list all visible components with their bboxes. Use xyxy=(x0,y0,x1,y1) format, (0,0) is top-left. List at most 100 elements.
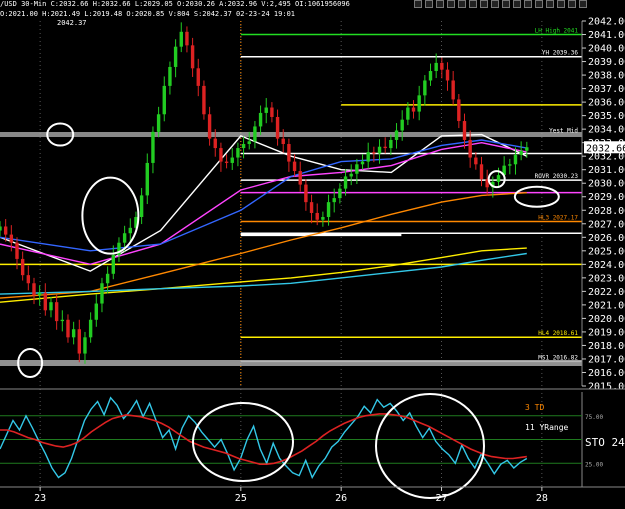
candle-body xyxy=(190,45,195,69)
candle-body xyxy=(207,114,212,139)
oscillator-legend-td: 3 TD xyxy=(525,403,544,412)
candle-body xyxy=(366,152,370,162)
candle-body xyxy=(224,161,229,163)
candle-body xyxy=(445,69,450,81)
candle-body xyxy=(315,212,319,220)
price-tick-label: 2040.00 xyxy=(588,44,625,55)
price-tick-label: 2029.00 xyxy=(588,192,625,203)
candle-body xyxy=(122,233,127,243)
candle-body xyxy=(43,292,48,311)
price-tick-label: 2027.00 xyxy=(588,219,625,230)
toolbar-button-icon[interactable] xyxy=(513,0,521,8)
candle-body xyxy=(241,144,246,149)
time-tick-label: 25 xyxy=(235,493,247,504)
candle-body xyxy=(400,119,404,131)
candle-body xyxy=(440,62,444,70)
candle-body xyxy=(479,164,484,180)
price-tick-label: 2028.00 xyxy=(588,206,625,217)
price-axis[interactable]: 2042.00 2041.00 2040.00 2039.00 2038.00 2037.… xyxy=(581,17,625,393)
candle-body xyxy=(519,150,523,155)
candle-body xyxy=(343,176,348,189)
candle-body xyxy=(474,157,478,165)
price-tick-label: 2038.00 xyxy=(588,71,625,82)
candle-body xyxy=(349,173,353,177)
candle-body xyxy=(49,302,53,311)
candle-body xyxy=(179,31,183,47)
candle-body xyxy=(281,138,285,145)
candle-body xyxy=(71,329,76,338)
level-label: HL3 2027.17 xyxy=(538,214,578,221)
candle-body xyxy=(372,152,376,154)
candle-body xyxy=(434,62,438,72)
level-label: HL4 2018.61 xyxy=(538,330,578,337)
candle-body xyxy=(100,283,104,304)
toolbar-button-icon[interactable] xyxy=(425,0,433,8)
toolbar-button-icon[interactable] xyxy=(524,0,532,8)
candle-body xyxy=(383,146,387,149)
price-tick-label: 2035.00 xyxy=(588,111,625,122)
candle-body xyxy=(275,116,280,139)
candle-body xyxy=(15,242,19,259)
candle-body xyxy=(60,319,65,322)
candle-body xyxy=(9,234,14,243)
candle-body xyxy=(309,202,314,213)
toolbar-button-icon[interactable] xyxy=(414,0,422,8)
candle-body xyxy=(145,162,149,196)
toolbar-button-icon[interactable] xyxy=(546,0,554,8)
candle-body xyxy=(389,139,393,149)
candle-body xyxy=(247,141,251,145)
candle-body xyxy=(151,131,155,163)
price-tick-label: 2041.00 xyxy=(588,30,625,41)
toolbar-button-icon[interactable] xyxy=(469,0,477,8)
current-price-label: 2032.66 xyxy=(586,143,625,154)
candle-body xyxy=(332,198,336,203)
candle-body xyxy=(287,144,291,162)
toolbar-button-icon[interactable] xyxy=(568,0,576,8)
candle-body xyxy=(77,329,82,354)
toolbar-button-icon[interactable] xyxy=(491,0,499,8)
candle-body xyxy=(462,121,467,140)
price-tick-label: 2039.00 xyxy=(588,57,625,68)
candle-body xyxy=(3,226,8,235)
candle-body xyxy=(411,107,416,112)
candle-body xyxy=(321,217,325,220)
toolbar-button-icon[interactable] xyxy=(447,0,455,8)
price-tick-label: 2019.00 xyxy=(588,327,625,338)
toolbar-button-icon[interactable] xyxy=(557,0,565,8)
candle-body xyxy=(457,99,461,122)
candle-body xyxy=(468,139,472,158)
header-ohlc-line: /USD 30-Min C:2032.66 H:2032.66 L:2029.0… xyxy=(0,0,350,8)
candle-body xyxy=(83,337,87,354)
candle-body xyxy=(355,164,359,174)
candle-body xyxy=(88,319,93,338)
candle-body xyxy=(37,292,42,296)
toolbar-button-icon[interactable] xyxy=(579,0,587,8)
level-label: ROVR 2030.23 xyxy=(535,173,579,180)
time-tick-label: 26 xyxy=(335,493,347,504)
toolbar-button-icon[interactable] xyxy=(436,0,444,8)
candle-body xyxy=(230,157,234,163)
candle-body xyxy=(423,80,427,96)
time-tick-label: 28 xyxy=(536,493,548,504)
toolbar-button-icon[interactable] xyxy=(458,0,466,8)
price-tick-label: 2026.00 xyxy=(588,233,625,244)
candle-body xyxy=(0,226,2,231)
header-prev-line: O:2021.00 H:2021.49 L:2019.48 O:2020.85 … xyxy=(0,10,296,18)
candle-body xyxy=(219,148,223,162)
chart-background xyxy=(0,0,625,509)
toolbar-button-icon[interactable] xyxy=(535,0,543,8)
price-tick-label: 2015.00 xyxy=(588,382,625,393)
toolbar-button-icon[interactable] xyxy=(502,0,510,8)
candle-body xyxy=(326,202,331,218)
price-tick-label: 2017.00 xyxy=(588,354,625,365)
candle-body xyxy=(304,184,308,203)
toolbar xyxy=(414,0,587,9)
candle-body xyxy=(32,283,36,296)
candle-body xyxy=(496,175,501,182)
candle-body xyxy=(105,273,110,284)
toolbar-button-icon[interactable] xyxy=(480,0,488,8)
price-tick-label: 2025.00 xyxy=(588,246,625,257)
time-tick-label: 23 xyxy=(34,493,46,504)
candle-body xyxy=(360,161,365,165)
candle-body xyxy=(185,31,189,46)
